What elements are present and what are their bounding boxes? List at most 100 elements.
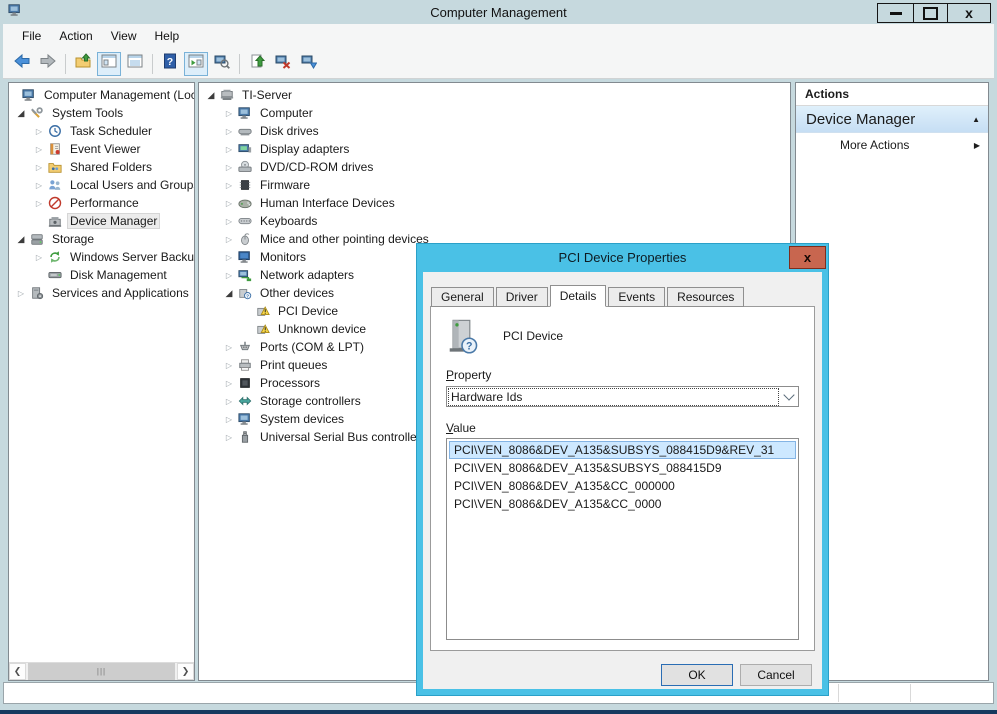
show-action-pane-button[interactable] xyxy=(184,52,208,76)
help-button[interactable]: ? xyxy=(158,52,182,76)
svg-text:?: ? xyxy=(246,294,249,300)
tree-item-display-adapters[interactable]: ▷Display adapters xyxy=(199,140,790,158)
tree-item-windows-server-backup[interactable]: ▷Windows Server Backup xyxy=(9,248,194,266)
tree-item-label: Universal Serial Bus controllers xyxy=(257,429,430,445)
storage-controller-icon xyxy=(237,393,253,409)
cancel-button[interactable]: Cancel xyxy=(740,664,812,686)
expand-tree-icon[interactable]: ▷ xyxy=(221,397,237,406)
hardware-id-item[interactable]: PCI\VEN_8086&DEV_A135&SUBSYS_088415D9&RE… xyxy=(449,441,796,459)
scroll-left-button[interactable]: ❮ xyxy=(9,663,26,680)
menu-action[interactable]: Action xyxy=(50,24,101,49)
tab-general[interactable]: General xyxy=(431,287,494,307)
expand-tree-icon[interactable]: ▷ xyxy=(221,109,237,118)
expand-tree-icon[interactable]: ▷ xyxy=(221,253,237,262)
expand-tree-icon[interactable]: ▷ xyxy=(31,181,47,190)
show-console-tree-button[interactable] xyxy=(97,52,121,76)
ok-button[interactable]: OK xyxy=(661,664,733,686)
update-driver-button[interactable] xyxy=(245,52,269,76)
tree-item-computer-management-local[interactable]: Computer Management (Local xyxy=(9,86,194,104)
scan-hardware-changes-button[interactable] xyxy=(297,52,321,76)
expand-tree-icon[interactable]: ▷ xyxy=(13,289,29,298)
tab-driver[interactable]: Driver xyxy=(496,287,548,307)
tree-item-computer[interactable]: ▷ Computer xyxy=(199,104,790,122)
more-actions-item[interactable]: More Actions ▶ xyxy=(796,133,988,157)
tree-item-label: Storage controllers xyxy=(257,393,364,409)
tree-item-disk-management[interactable]: Disk Management xyxy=(9,266,194,284)
expand-tree-icon[interactable]: ▷ xyxy=(221,181,237,190)
expand-tree-icon[interactable]: ▷ xyxy=(31,199,47,208)
property-dropdown[interactable]: Hardware Ids xyxy=(446,386,799,407)
horizontal-scrollbar[interactable]: ❮ ||| ❯ xyxy=(9,662,194,680)
tree-item-ti-server[interactable]: ◢TI-Server xyxy=(199,86,790,104)
expand-tree-icon[interactable]: ▷ xyxy=(221,217,237,226)
expand-tree-icon[interactable]: ▷ xyxy=(31,127,47,136)
up-one-level-button[interactable] xyxy=(71,52,95,76)
uninstall-device-button[interactable] xyxy=(271,52,295,76)
tab-details[interactable]: Details xyxy=(550,285,607,307)
hardware-id-item[interactable]: PCI\VEN_8086&DEV_A135&SUBSYS_088415D9 xyxy=(449,459,796,477)
keyboard-icon xyxy=(237,213,253,229)
tree-item-event-viewer[interactable]: ▷Event Viewer xyxy=(9,140,194,158)
back-button[interactable] xyxy=(10,52,34,76)
expand-tree-icon[interactable]: ▷ xyxy=(221,433,237,442)
export-list-button[interactable] xyxy=(123,52,147,76)
maximize-button[interactable] xyxy=(913,3,948,23)
minimize-button[interactable] xyxy=(877,3,914,23)
expand-tree-icon[interactable]: ▷ xyxy=(221,127,237,136)
scrollbar-thumb[interactable]: ||| xyxy=(28,663,175,680)
system-tools-icon xyxy=(29,105,45,121)
tree-item-storage[interactable]: ◢Storage xyxy=(9,230,194,248)
expand-tree-icon[interactable]: ▷ xyxy=(221,271,237,280)
menu-view[interactable]: View xyxy=(102,24,146,49)
tree-item-device-manager[interactable]: Device Manager xyxy=(9,212,194,230)
tree-item-disk-drives[interactable]: ▷Disk drives xyxy=(199,122,790,140)
tree-item-shared-folders[interactable]: ▷Shared Folders xyxy=(9,158,194,176)
expand-tree-icon[interactable]: ▷ xyxy=(31,253,47,262)
scroll-right-button[interactable]: ❯ xyxy=(177,663,194,680)
expand-tree-icon[interactable]: ▷ xyxy=(31,163,47,172)
scrollbar-grip-icon: ||| xyxy=(97,668,106,676)
minimize-icon xyxy=(890,12,902,15)
forward-button[interactable] xyxy=(36,52,60,76)
property-dropdown-value: Hardware Ids xyxy=(449,389,778,405)
tree-item-system-tools[interactable]: ◢System Tools xyxy=(9,104,194,122)
tree-item-label: Computer xyxy=(257,105,316,121)
tree-item-performance[interactable]: ▷Performance xyxy=(9,194,194,212)
tree-item-firmware[interactable]: ▷Firmware xyxy=(199,176,790,194)
expand-tree-icon[interactable]: ▷ xyxy=(221,145,237,154)
expand-tree-icon[interactable]: ▷ xyxy=(221,343,237,352)
tab-resources[interactable]: Resources xyxy=(667,287,744,307)
tree-item-human-interface-devices[interactable]: ▷Human Interface Devices xyxy=(199,194,790,212)
hardware-id-item[interactable]: PCI\VEN_8086&DEV_A135&CC_000000 xyxy=(449,477,796,495)
menu-help[interactable]: Help xyxy=(146,24,189,49)
expand-tree-icon[interactable]: ▷ xyxy=(221,415,237,424)
collapse-tree-icon[interactable]: ◢ xyxy=(203,90,219,101)
collapse-tree-icon[interactable]: ◢ xyxy=(221,288,237,299)
console-options-button[interactable] xyxy=(210,52,234,76)
actions-group-device-manager[interactable]: Device Manager ▲ xyxy=(796,106,988,133)
expand-tree-icon[interactable]: ▷ xyxy=(221,199,237,208)
close-button[interactable]: x xyxy=(947,3,991,23)
collapse-icon[interactable]: ▲ xyxy=(972,115,980,124)
collapse-tree-icon[interactable]: ◢ xyxy=(13,108,29,119)
tree-item-dvd-cd-rom-drives[interactable]: ▷DVD/CD-ROM drives xyxy=(199,158,790,176)
tree-item-local-users-and-groups[interactable]: ▷Local Users and Groups xyxy=(9,176,194,194)
tree-item-label: Mice and other pointing devices xyxy=(257,231,432,247)
hardware-id-item[interactable]: PCI\VEN_8086&DEV_A135&CC_0000 xyxy=(449,495,796,513)
toolbar: ? xyxy=(3,49,994,79)
expand-tree-icon[interactable]: ▷ xyxy=(221,163,237,172)
expand-tree-icon[interactable]: ▷ xyxy=(221,361,237,370)
dialog-close-button[interactable]: x xyxy=(789,246,826,269)
expand-tree-icon[interactable]: ▷ xyxy=(221,379,237,388)
tree-item-keyboards[interactable]: ▷Keyboards xyxy=(199,212,790,230)
collapse-tree-icon[interactable]: ◢ xyxy=(13,234,29,245)
tree-item-task-scheduler[interactable]: ▷Task Scheduler xyxy=(9,122,194,140)
expand-tree-icon[interactable]: ▷ xyxy=(31,145,47,154)
menu-file[interactable]: File xyxy=(13,24,50,49)
tree-item-services-and-applications[interactable]: ▷Services and Applications xyxy=(9,284,194,302)
tab-events[interactable]: Events xyxy=(608,287,665,307)
tree-item-label: Disk Management xyxy=(67,267,170,283)
expand-tree-icon[interactable]: ▷ xyxy=(221,235,237,244)
dropdown-button[interactable] xyxy=(780,387,798,406)
task-scheduler-icon xyxy=(47,123,63,139)
